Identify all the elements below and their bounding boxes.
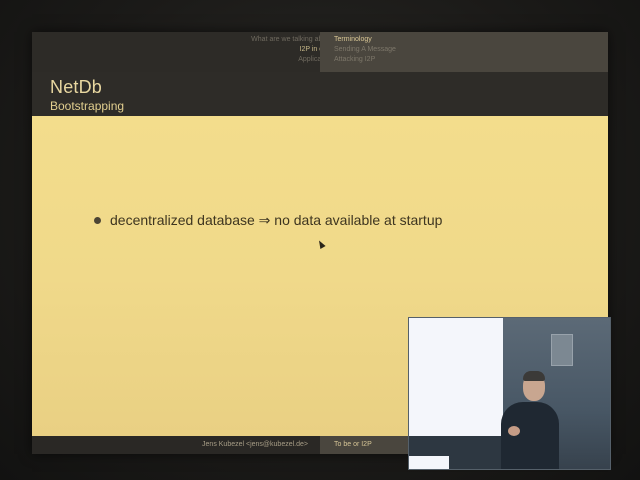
nav-item-terminology: Terminology — [334, 36, 372, 43]
mouse-pointer-icon — [316, 239, 326, 249]
nav-item-attacking-i2p: Attacking I2P — [334, 56, 376, 63]
bullet-icon — [94, 217, 101, 224]
presentation-video-frame: What are we talking about? I2P in detail… — [0, 0, 640, 480]
speaker-hand — [508, 426, 520, 436]
projection-screen — [409, 318, 503, 436]
slide-title-bar: NetDb Bootstrapping — [32, 72, 608, 116]
wall-panel — [551, 334, 573, 366]
speaker-hair — [523, 371, 545, 381]
nav-item-sending-a-message: Sending A Message — [334, 46, 396, 53]
speaker-body — [501, 402, 559, 469]
slide-subtitle: Bootstrapping — [50, 99, 125, 113]
bullet-item: decentralized database ⇒ no data availab… — [94, 212, 442, 229]
footer-author: Jens Kubezel <jens@kubezel.de> — [202, 441, 308, 448]
bullet-text: decentralized database ⇒ no data availab… — [110, 212, 443, 228]
slide-navigation-bar: What are we talking about? I2P in detail… — [32, 32, 608, 72]
speaker-video-inset — [408, 317, 611, 470]
subsection-nav: Terminology Sending A Message Attacking … — [320, 32, 608, 72]
laptop-screen — [409, 456, 449, 469]
slide-title: NetDb — [50, 77, 103, 97]
